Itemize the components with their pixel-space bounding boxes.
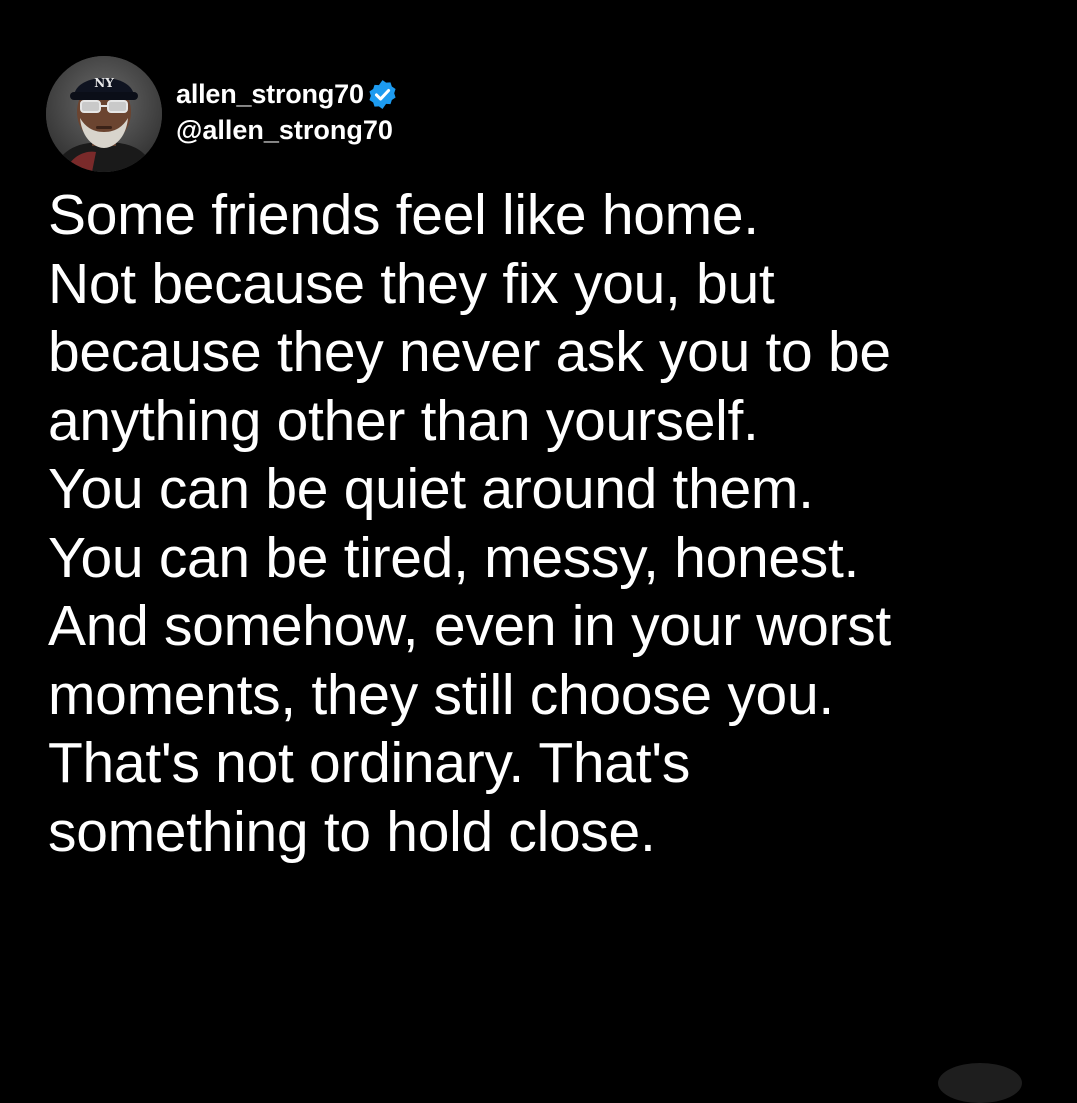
author-handle[interactable]: @allen_strong70 [176, 114, 399, 146]
post-line: something to hold close. [48, 799, 656, 864]
svg-text:NY: NY [94, 76, 114, 90]
post-line: anything other than yourself. [48, 388, 759, 453]
post-line: That's not ordinary. That's [48, 731, 691, 795]
overlay-button-edge[interactable] [938, 1063, 1022, 1103]
post-card: NY allen_strong70 @allen_strong70 Some f… [0, 0, 1077, 1103]
post-line: moments, they still choose you. [48, 662, 834, 727]
user-avatar-icon: NY [46, 56, 162, 172]
post-line: You can be tired, messy, honest. [48, 525, 860, 590]
post-text: Some friends feel like home. Not because… [48, 181, 1068, 866]
post-line: Not because they fix you, but [48, 251, 775, 316]
author-names: allen_strong70 @allen_strong70 [176, 74, 399, 146]
post-line: You can be quiet around them. [48, 457, 814, 521]
display-name[interactable]: allen_strong70 [176, 79, 364, 110]
post-line: because they never ask you to be [48, 320, 891, 384]
post-line: Some friends feel like home. [48, 183, 759, 247]
avatar[interactable]: NY [46, 56, 162, 172]
verified-check-icon [366, 78, 399, 111]
display-name-row: allen_strong70 [176, 74, 399, 114]
post-line: And somehow, even in your worst [48, 594, 891, 658]
